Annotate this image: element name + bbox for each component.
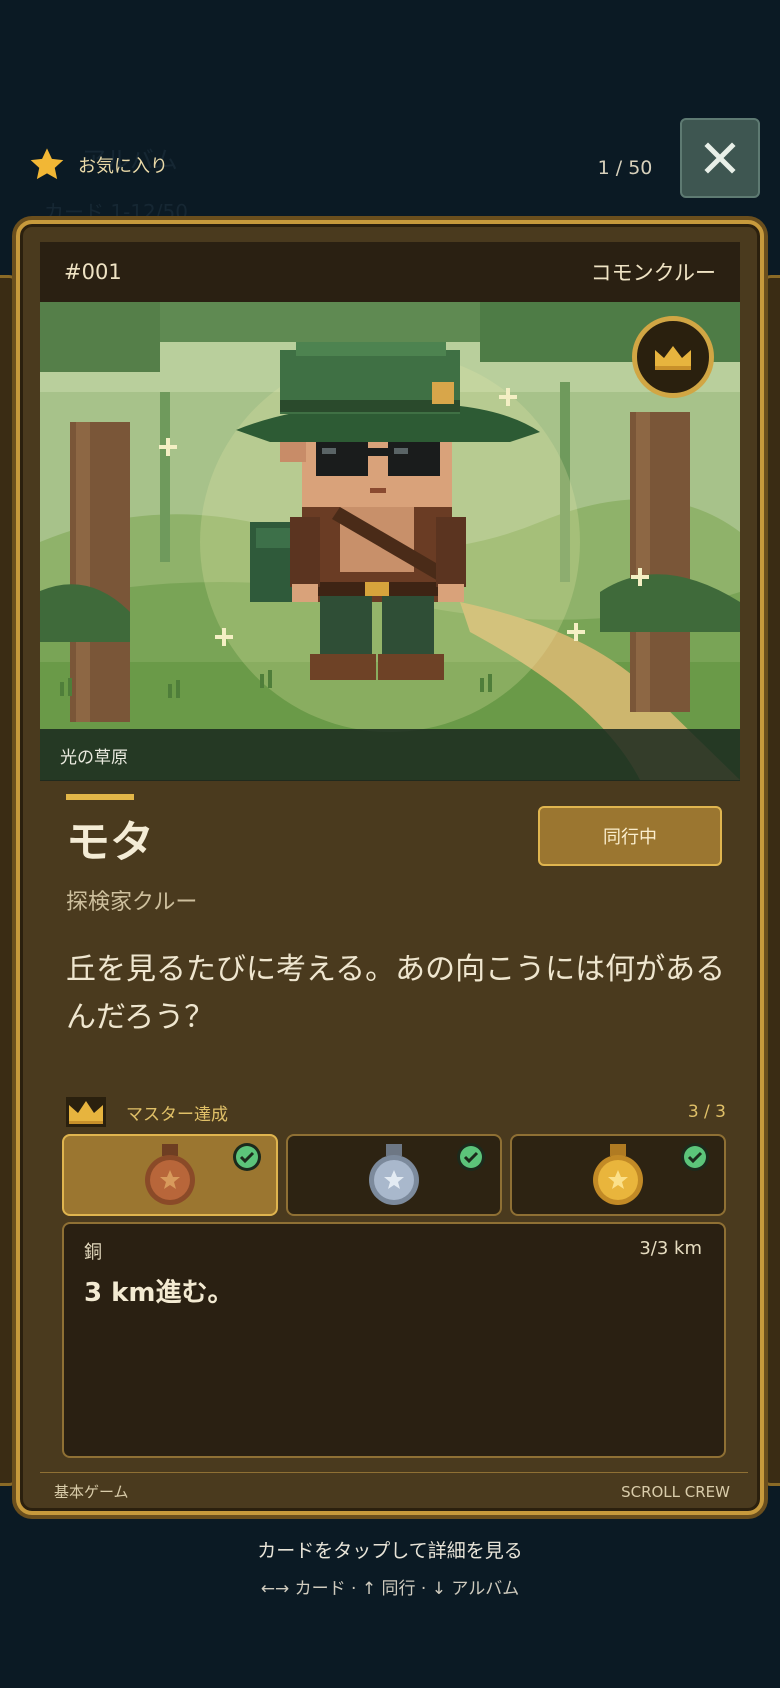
crown-icon: [66, 1097, 106, 1127]
task-description: 3 km進む。: [84, 1278, 234, 1308]
card-number: #001: [64, 260, 122, 284]
name-accent-bar: [66, 794, 134, 800]
gold-medal-icon: [588, 1142, 648, 1208]
task-tier-label: 銅: [84, 1242, 102, 1263]
brand-label: SCROLL CREW: [621, 1482, 730, 1501]
crew-card[interactable]: #001 コモンクルー 光の草原 モタ 探検家クルー 同行中 丘を見るたびに考え…: [16, 220, 764, 1515]
card-rarity: コモンクルー: [590, 261, 716, 285]
mastery-row: マスター達成 3 / 3: [66, 1090, 726, 1134]
mastery-label: マスター達成: [126, 1104, 228, 1125]
bronze-medal-icon: [140, 1142, 200, 1208]
close-icon: [704, 142, 736, 174]
medal-tab-gold[interactable]: [510, 1134, 726, 1216]
check-icon: [456, 1142, 486, 1172]
favorite-toggle[interactable]: お気に入り: [28, 146, 168, 184]
character-name: モタ: [66, 817, 154, 868]
silver-medal-icon: [364, 1142, 424, 1208]
star-icon: [28, 146, 66, 184]
card-header: #001 コモンクルー: [40, 242, 740, 302]
medal-tab-bronze[interactable]: [62, 1134, 278, 1216]
check-icon: [680, 1142, 710, 1172]
mastery-crown-badge: [632, 316, 714, 398]
companion-status-button[interactable]: 同行中: [538, 806, 722, 866]
medal-tab-silver[interactable]: [286, 1134, 502, 1216]
location-label: 光の草原: [40, 729, 740, 781]
controls-hint: ←→ カード · ↑ 同行 · ↓ アルバム: [260, 1579, 520, 1599]
medal-tabs: [62, 1134, 726, 1216]
task-panel: 銅 3/3 km 3 km進む。: [62, 1222, 726, 1458]
card-counter: 1 / 50: [597, 157, 653, 179]
edition-label: 基本ゲーム: [54, 1483, 129, 1501]
favorite-label: お気に入り: [78, 156, 168, 177]
task-progress: 3/3 km: [639, 1238, 702, 1259]
card-footer: 基本ゲーム SCROLL CREW: [40, 1472, 748, 1510]
character-description: 丘を見るたびに考える。あの向こうには何があるんだろう？: [66, 952, 726, 1035]
check-icon: [232, 1142, 262, 1172]
character-role: 探検家クルー: [66, 890, 198, 915]
tap-hint: カードをタップして詳細を見る: [257, 1540, 523, 1562]
close-button[interactable]: [680, 118, 760, 198]
crown-icon: [655, 346, 691, 370]
mastery-count: 3 / 3: [687, 1102, 726, 1122]
